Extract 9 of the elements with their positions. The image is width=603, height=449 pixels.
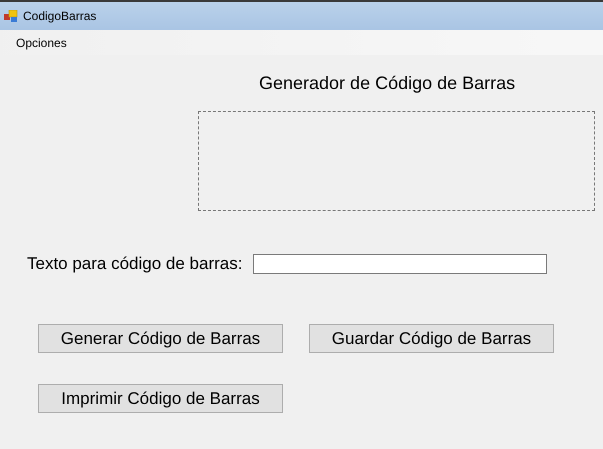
action-button[interactable]: Guardar Código de Barras	[309, 324, 554, 353]
input-field[interactable]	[253, 254, 548, 274]
menu-item[interactable]: Opciones	[9, 36, 74, 50]
app-icon	[4, 10, 18, 22]
window-title: CodigoBarras	[23, 9, 96, 23]
field-label: Texto para código de barras:	[27, 254, 242, 274]
action-button[interactable]: Imprimir Código de Barras	[38, 384, 283, 413]
heading: Generador de Código de Barras	[259, 73, 516, 94]
action-button[interactable]: Generar Código de Barras	[38, 324, 283, 353]
